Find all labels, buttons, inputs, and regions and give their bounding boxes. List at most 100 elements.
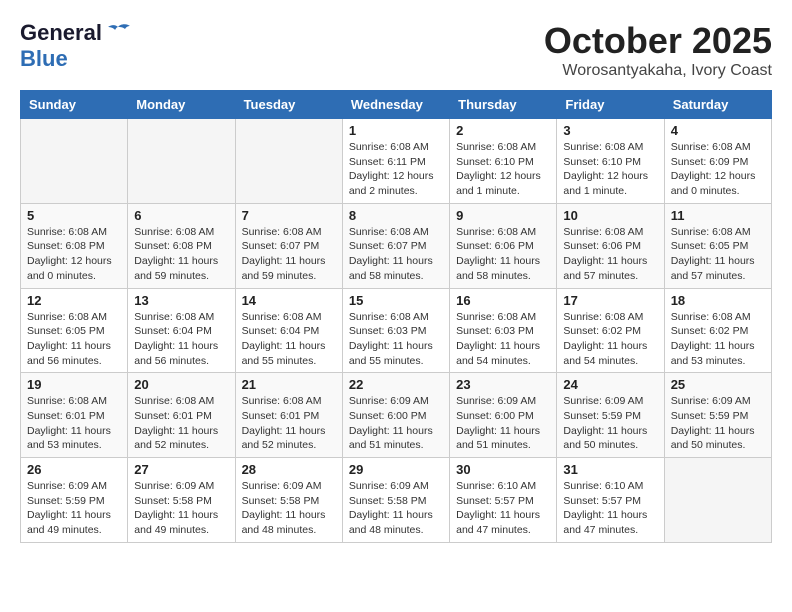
day-info: Sunrise: 6:08 AMSunset: 6:04 PMDaylight:… xyxy=(134,310,228,369)
day-info: Sunrise: 6:10 AMSunset: 5:57 PMDaylight:… xyxy=(456,479,550,538)
calendar-cell: 2 Sunrise: 6:08 AMSunset: 6:10 PMDaylight… xyxy=(450,119,557,204)
day-number: 20 xyxy=(134,377,228,392)
calendar-cell: 18 Sunrise: 6:08 AMSunset: 6:02 PMDayligh… xyxy=(664,288,771,373)
day-info: Sunrise: 6:09 AMSunset: 5:59 PMDaylight:… xyxy=(563,394,657,453)
day-number: 7 xyxy=(242,208,336,223)
day-info: Sunrise: 6:09 AMSunset: 5:59 PMDaylight:… xyxy=(671,394,765,453)
logo-general: General xyxy=(20,20,102,46)
calendar-cell: 19 Sunrise: 6:08 AMSunset: 6:01 PMDayligh… xyxy=(21,373,128,458)
calendar-cell: 17 Sunrise: 6:08 AMSunset: 6:02 PMDayligh… xyxy=(557,288,664,373)
day-number: 28 xyxy=(242,462,336,477)
day-number: 22 xyxy=(349,377,443,392)
day-info: Sunrise: 6:08 AMSunset: 6:07 PMDaylight:… xyxy=(242,225,336,284)
day-info: Sunrise: 6:08 AMSunset: 6:02 PMDaylight:… xyxy=(563,310,657,369)
calendar-cell: 25 Sunrise: 6:09 AMSunset: 5:59 PMDayligh… xyxy=(664,373,771,458)
calendar-cell xyxy=(664,458,771,543)
title-area: October 2025 Worosantyakaha, Ivory Coast xyxy=(544,20,772,80)
weekday-header: Wednesday xyxy=(342,91,449,119)
day-info: Sunrise: 6:10 AMSunset: 5:57 PMDaylight:… xyxy=(563,479,657,538)
day-info: Sunrise: 6:08 AMSunset: 6:01 PMDaylight:… xyxy=(134,394,228,453)
calendar-cell: 1 Sunrise: 6:08 AMSunset: 6:11 PMDaylight… xyxy=(342,119,449,204)
day-info: Sunrise: 6:09 AMSunset: 5:58 PMDaylight:… xyxy=(349,479,443,538)
calendar-cell: 8Sunrise: 6:08 AMSunset: 6:07 PMDaylight… xyxy=(342,203,449,288)
logo-blue: Blue xyxy=(20,46,68,72)
weekday-header: Sunday xyxy=(21,91,128,119)
calendar-week-row: 5Sunrise: 6:08 AMSunset: 6:08 PMDaylight… xyxy=(21,203,772,288)
day-info: Sunrise: 6:08 AMSunset: 6:03 PMDaylight:… xyxy=(456,310,550,369)
day-number: 30 xyxy=(456,462,550,477)
day-number: 25 xyxy=(671,377,765,392)
day-number: 4 xyxy=(671,123,765,138)
day-number: 11 xyxy=(671,208,765,223)
day-number: 6 xyxy=(134,208,228,223)
day-number: 16 xyxy=(456,293,550,308)
calendar-cell: 16 Sunrise: 6:08 AMSunset: 6:03 PMDayligh… xyxy=(450,288,557,373)
day-number: 15 xyxy=(349,293,443,308)
calendar-cell: 27 Sunrise: 6:09 AMSunset: 5:58 PMDayligh… xyxy=(128,458,235,543)
day-number: 2 xyxy=(456,123,550,138)
header: General Blue October 2025 Worosantyakaha… xyxy=(20,20,772,80)
calendar-cell: 20 Sunrise: 6:08 AMSunset: 6:01 PMDayligh… xyxy=(128,373,235,458)
calendar-cell: 30 Sunrise: 6:10 AMSunset: 5:57 PMDayligh… xyxy=(450,458,557,543)
calendar-cell: 21Sunrise: 6:08 AMSunset: 6:01 PMDayligh… xyxy=(235,373,342,458)
weekday-header: Monday xyxy=(128,91,235,119)
calendar-week-row: 19 Sunrise: 6:08 AMSunset: 6:01 PMDayligh… xyxy=(21,373,772,458)
day-number: 19 xyxy=(27,377,121,392)
calendar-cell: 31 Sunrise: 6:10 AMSunset: 5:57 PMDayligh… xyxy=(557,458,664,543)
weekday-header: Tuesday xyxy=(235,91,342,119)
day-number: 10 xyxy=(563,208,657,223)
day-info: Sunrise: 6:08 AMSunset: 6:11 PMDaylight:… xyxy=(349,140,443,199)
calendar-cell: 10 Sunrise: 6:08 AMSunset: 6:06 PMDayligh… xyxy=(557,203,664,288)
day-number: 27 xyxy=(134,462,228,477)
calendar-cell: 13Sunrise: 6:08 AMSunset: 6:04 PMDayligh… xyxy=(128,288,235,373)
calendar-cell: 11Sunrise: 6:08 AMSunset: 6:05 PMDayligh… xyxy=(664,203,771,288)
day-number: 31 xyxy=(563,462,657,477)
calendar: SundayMondayTuesdayWednesdayThursdayFrid… xyxy=(20,90,772,543)
day-info: Sunrise: 6:08 AMSunset: 6:01 PMDaylight:… xyxy=(27,394,121,453)
calendar-cell: 12 Sunrise: 6:08 AMSunset: 6:05 PMDayligh… xyxy=(21,288,128,373)
day-info: Sunrise: 6:08 AMSunset: 6:06 PMDaylight:… xyxy=(456,225,550,284)
day-info: Sunrise: 6:08 AMSunset: 6:08 PMDaylight:… xyxy=(134,225,228,284)
day-number: 12 xyxy=(27,293,121,308)
calendar-cell: 14Sunrise: 6:08 AMSunset: 6:04 PMDayligh… xyxy=(235,288,342,373)
day-number: 17 xyxy=(563,293,657,308)
day-info: Sunrise: 6:08 AMSunset: 6:02 PMDaylight:… xyxy=(671,310,765,369)
calendar-cell: 6 Sunrise: 6:08 AMSunset: 6:08 PMDaylight… xyxy=(128,203,235,288)
calendar-week-row: 12 Sunrise: 6:08 AMSunset: 6:05 PMDayligh… xyxy=(21,288,772,373)
day-number: 9 xyxy=(456,208,550,223)
calendar-cell xyxy=(235,119,342,204)
day-number: 26 xyxy=(27,462,121,477)
day-info: Sunrise: 6:09 AMSunset: 6:00 PMDaylight:… xyxy=(349,394,443,453)
day-number: 24 xyxy=(563,377,657,392)
logo-bird-icon xyxy=(104,23,132,43)
calendar-cell: 5Sunrise: 6:08 AMSunset: 6:08 PMDaylight… xyxy=(21,203,128,288)
calendar-cell: 3 Sunrise: 6:08 AMSunset: 6:10 PMDaylight… xyxy=(557,119,664,204)
day-number: 23 xyxy=(456,377,550,392)
day-info: Sunrise: 6:08 AMSunset: 6:10 PMDaylight:… xyxy=(563,140,657,199)
day-number: 14 xyxy=(242,293,336,308)
calendar-cell: 23Sunrise: 6:09 AMSunset: 6:00 PMDayligh… xyxy=(450,373,557,458)
logo: General Blue xyxy=(20,20,132,72)
calendar-cell: 29 Sunrise: 6:09 AMSunset: 5:58 PMDayligh… xyxy=(342,458,449,543)
calendar-cell: 9 Sunrise: 6:08 AMSunset: 6:06 PMDaylight… xyxy=(450,203,557,288)
calendar-cell: 24 Sunrise: 6:09 AMSunset: 5:59 PMDayligh… xyxy=(557,373,664,458)
weekday-header: Friday xyxy=(557,91,664,119)
page-title: October 2025 xyxy=(544,20,772,62)
day-number: 29 xyxy=(349,462,443,477)
calendar-week-row: 26Sunrise: 6:09 AMSunset: 5:59 PMDayligh… xyxy=(21,458,772,543)
calendar-cell xyxy=(21,119,128,204)
calendar-cell xyxy=(128,119,235,204)
day-info: Sunrise: 6:09 AMSunset: 5:58 PMDaylight:… xyxy=(134,479,228,538)
day-info: Sunrise: 6:08 AMSunset: 6:10 PMDaylight:… xyxy=(456,140,550,199)
day-number: 1 xyxy=(349,123,443,138)
page-subtitle: Worosantyakaha, Ivory Coast xyxy=(544,62,772,80)
day-info: Sunrise: 6:08 AMSunset: 6:06 PMDaylight:… xyxy=(563,225,657,284)
day-number: 8 xyxy=(349,208,443,223)
weekday-header: Thursday xyxy=(450,91,557,119)
day-number: 18 xyxy=(671,293,765,308)
day-info: Sunrise: 6:09 AMSunset: 5:58 PMDaylight:… xyxy=(242,479,336,538)
day-number: 3 xyxy=(563,123,657,138)
day-info: Sunrise: 6:08 AMSunset: 6:05 PMDaylight:… xyxy=(27,310,121,369)
calendar-cell: 28 Sunrise: 6:09 AMSunset: 5:58 PMDayligh… xyxy=(235,458,342,543)
calendar-cell: 4Sunrise: 6:08 AMSunset: 6:09 PMDaylight… xyxy=(664,119,771,204)
